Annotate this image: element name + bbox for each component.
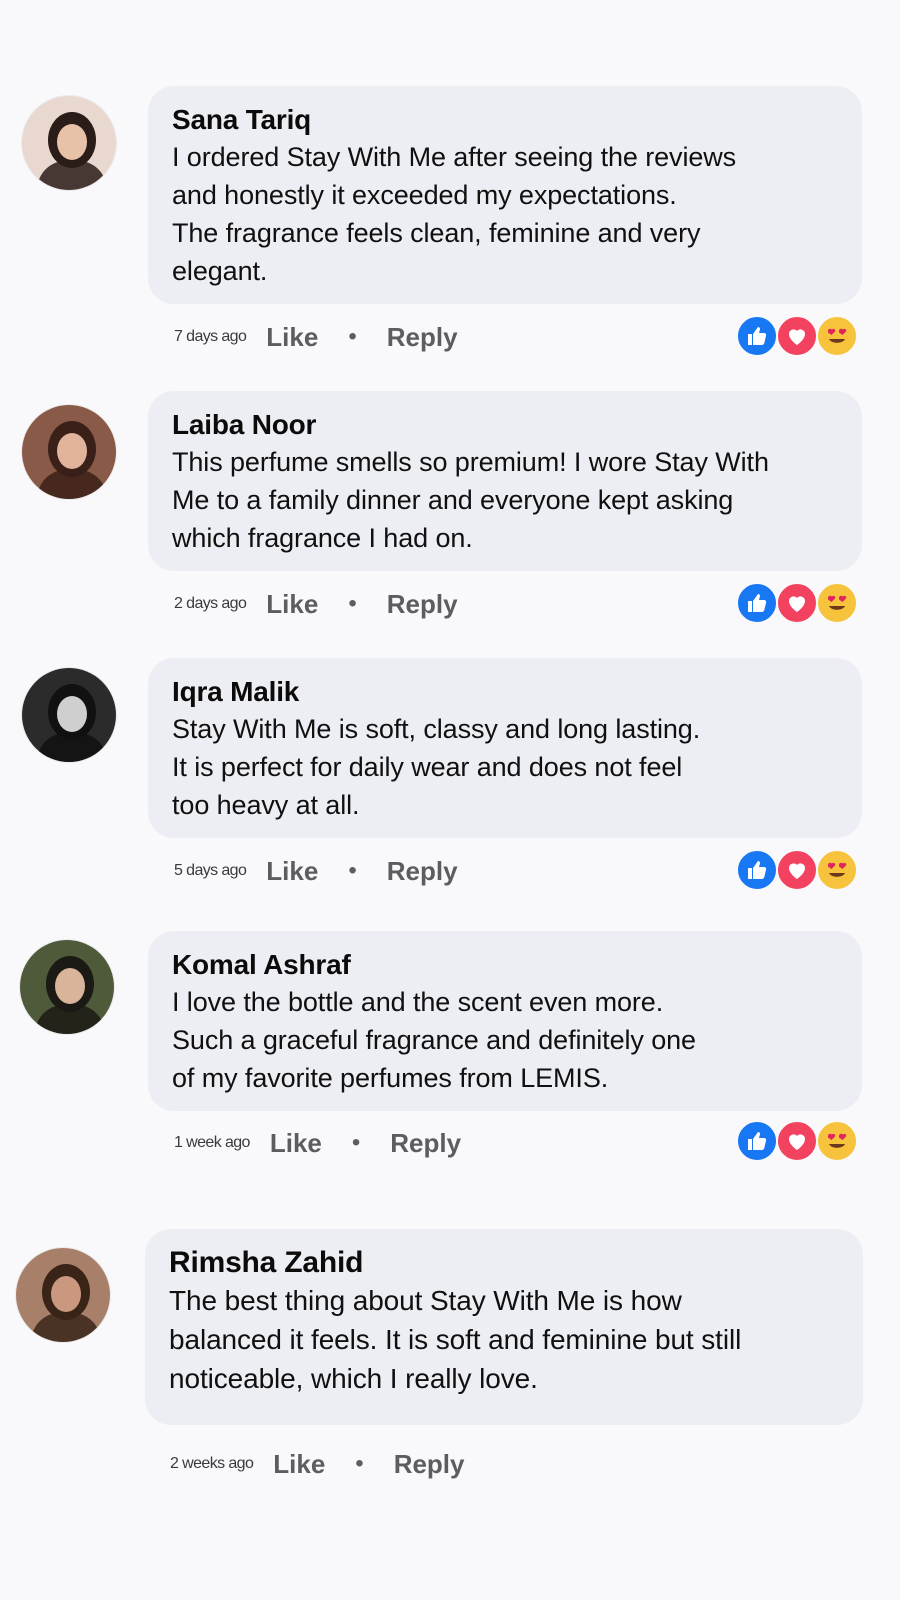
comment-actions: 2 weeks ago Like • Reply	[170, 1444, 465, 1484]
comment-timestamp[interactable]: 7 days ago	[174, 328, 247, 346]
comment-text-line: of my favorite perfumes from LEMIS.	[172, 1063, 609, 1093]
reply-button[interactable]: Reply	[394, 1449, 465, 1480]
avatar[interactable]	[22, 668, 116, 762]
heart-eyes-icon	[816, 582, 858, 624]
love-icon	[776, 315, 818, 357]
comment-timestamp[interactable]: 2 weeks ago	[170, 1455, 254, 1473]
comment-text-line: noticeable, which I really love.	[169, 1363, 538, 1394]
comment-actions: 1 week ago Like • Reply	[174, 1123, 461, 1163]
reaction-summary[interactable]	[736, 849, 858, 891]
heart-eyes-icon	[816, 315, 858, 357]
comment-author[interactable]: Laiba Noor	[172, 407, 838, 443]
comment-text-line: which fragrance I had on.	[172, 523, 473, 553]
like-icon	[736, 849, 778, 891]
love-icon	[776, 1120, 818, 1162]
comment-text-line: elegant.	[172, 256, 268, 286]
reaction-summary[interactable]	[736, 582, 858, 624]
like-icon	[736, 315, 778, 357]
like-button[interactable]: Like	[270, 1128, 322, 1159]
avatar[interactable]	[22, 96, 116, 190]
comment-text-line: balanced it feels. It is soft and femini…	[169, 1324, 742, 1355]
like-button[interactable]: Like	[273, 1449, 325, 1480]
comment-text: I ordered Stay With Me after seeing the …	[172, 138, 838, 290]
comment-author[interactable]: Sana Tariq	[172, 102, 838, 138]
comment-text-line: Such a graceful fragrance and definitely…	[172, 1025, 696, 1055]
comment-timestamp[interactable]: 1 week ago	[174, 1134, 250, 1152]
like-button[interactable]: Like	[266, 856, 318, 887]
love-icon	[776, 582, 818, 624]
comment-text-line: The best thing about Stay With Me is how	[169, 1285, 682, 1316]
comment-text: The best thing about Stay With Me is how…	[169, 1281, 839, 1398]
reply-button[interactable]: Reply	[387, 589, 458, 620]
comment-text-line: and honestly it exceeded my expectations…	[172, 180, 677, 210]
separator-dot: •	[351, 1129, 361, 1156]
comment-text-line: Me to a family dinner and everyone kept …	[172, 485, 734, 515]
reply-button[interactable]: Reply	[387, 856, 458, 887]
reaction-summary[interactable]	[736, 1120, 858, 1162]
like-button[interactable]: Like	[266, 589, 318, 620]
like-button[interactable]: Like	[266, 322, 318, 353]
comment-author[interactable]: Komal Ashraf	[172, 947, 838, 983]
love-icon	[776, 849, 818, 891]
heart-eyes-icon	[816, 849, 858, 891]
comment-bubble: Iqra Malik Stay With Me is soft, classy …	[148, 658, 862, 838]
comment-text-line: too heavy at all.	[172, 790, 360, 820]
comment-text-line: The fragrance feels clean, feminine and …	[172, 218, 701, 248]
comment-text-line: It is perfect for daily wear and does no…	[172, 752, 683, 782]
comment-text-line: I ordered Stay With Me after seeing the …	[172, 142, 737, 172]
like-icon	[736, 1120, 778, 1162]
comment-bubble: Komal Ashraf I love the bottle and the s…	[148, 931, 862, 1111]
separator-dot: •	[348, 323, 357, 350]
separator-dot: •	[348, 590, 357, 617]
comment-text-line: Stay With Me is soft, classy and long la…	[172, 714, 701, 744]
avatar[interactable]	[20, 940, 114, 1034]
comment-bubble: Sana Tariq I ordered Stay With Me after …	[148, 86, 862, 304]
comment-author[interactable]: Iqra Malik	[172, 674, 838, 710]
reply-button[interactable]: Reply	[390, 1128, 461, 1159]
comment-actions: 7 days ago Like • Reply	[174, 317, 458, 357]
comment-text: This perfume smells so premium! I wore S…	[172, 443, 838, 557]
avatar[interactable]	[16, 1248, 110, 1342]
comment-bubble: Rimsha Zahid The best thing about Stay W…	[145, 1229, 863, 1425]
comment-bubble: Laiba Noor This perfume smells so premiu…	[148, 391, 862, 571]
comment-actions: 2 days ago Like • Reply	[174, 584, 458, 624]
heart-eyes-icon	[816, 1120, 858, 1162]
separator-dot: •	[348, 857, 357, 884]
comment-text-line: This perfume smells so premium! I wore S…	[172, 447, 769, 477]
comment-author[interactable]: Rimsha Zahid	[169, 1245, 839, 1281]
comment-timestamp[interactable]: 5 days ago	[174, 862, 247, 880]
comment-timestamp[interactable]: 2 days ago	[174, 595, 247, 613]
separator-dot: •	[355, 1450, 364, 1477]
reply-button[interactable]: Reply	[387, 322, 458, 353]
comment-actions: 5 days ago Like • Reply	[174, 851, 458, 891]
comment-text-line: I love the bottle and the scent even mor…	[172, 987, 664, 1017]
reaction-summary[interactable]	[736, 315, 858, 357]
avatar[interactable]	[22, 405, 116, 499]
like-icon	[736, 582, 778, 624]
comment-text: Stay With Me is soft, classy and long la…	[172, 710, 838, 824]
comment-text: I love the bottle and the scent even mor…	[172, 983, 838, 1097]
